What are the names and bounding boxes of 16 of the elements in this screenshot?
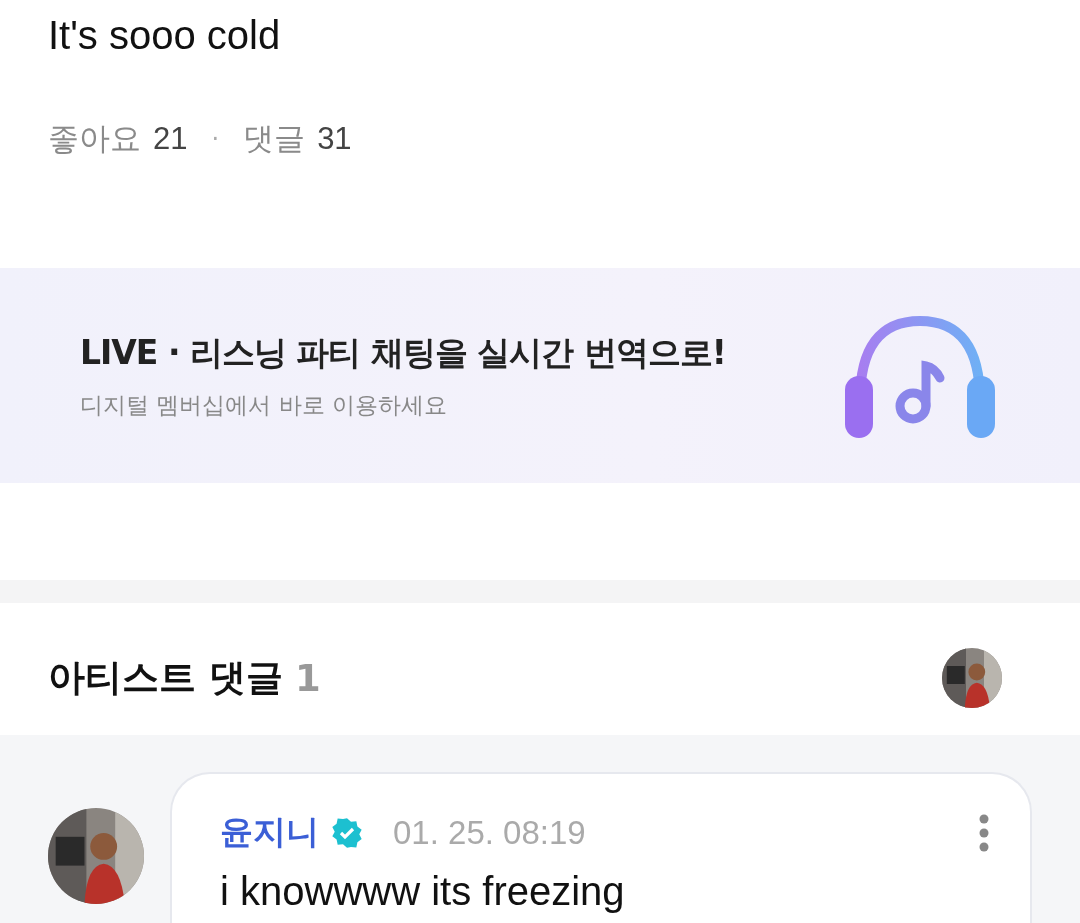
comment-time: 01. 25. 08:19 <box>393 813 586 852</box>
promo-banner[interactable]: LIVE · 리스닝 파티 채팅을 실시간 번역으로! 디지털 멤버십에서 바로 이용하세요 <box>0 268 1080 483</box>
more-options-button[interactable] <box>978 812 990 853</box>
comments-label: 댓글 <box>243 119 306 158</box>
likes-count: 21 <box>153 121 188 157</box>
banner-subtitle: 디지털 멤버십에서 바로 이용하세요 <box>80 390 448 420</box>
author-name[interactable]: 윤지니 <box>220 810 319 855</box>
separator: · <box>211 125 220 153</box>
more-icon <box>978 812 990 853</box>
post-text: It's sooo cold <box>48 12 282 59</box>
banner-title: LIVE · 리스닝 파티 채팅을 실시간 번역으로! <box>80 331 726 374</box>
section-title: 아티스트 댓글 <box>48 655 283 701</box>
comment-text: i knowwww its freezing <box>220 869 626 914</box>
likes-label: 좋아요 <box>48 119 141 158</box>
comments-count: 31 <box>317 121 352 157</box>
comment-count: 1 <box>294 656 321 700</box>
